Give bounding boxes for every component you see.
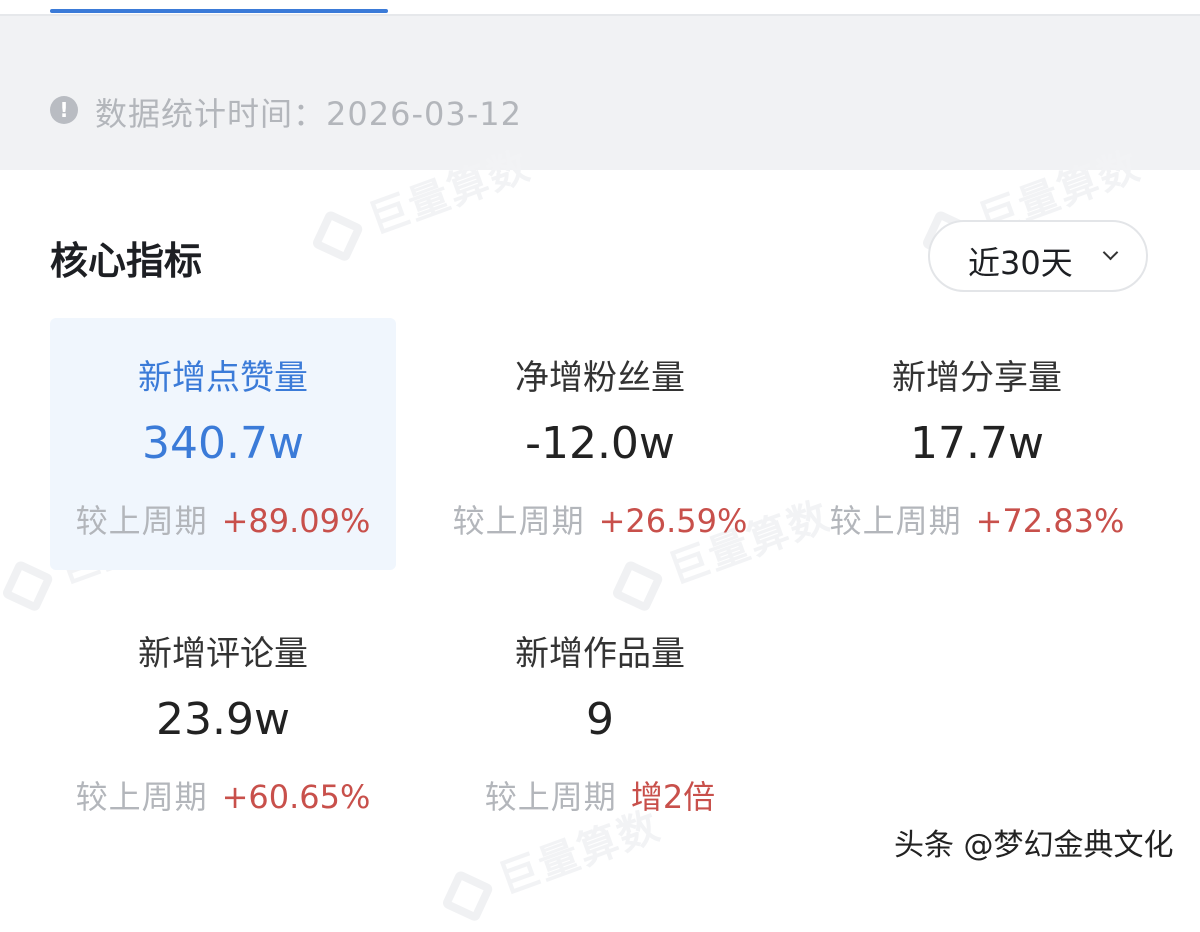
watermark-logo-icon (1, 559, 55, 613)
metric-card-comments[interactable]: 新增评论量 23.9w 较上周期 +60.65% (50, 594, 396, 846)
compare-change: +60.65% (221, 778, 371, 816)
date-range-select[interactable]: 近30天 (928, 220, 1148, 292)
watermark-logo-icon (441, 869, 495, 923)
compare-change: +26.59% (598, 502, 748, 540)
metric-card-likes[interactable]: 新增点赞量 340.7w 较上周期 +89.09% (50, 318, 396, 570)
metric-compare: 较上周期 增2倍 (427, 772, 773, 818)
metric-card-shares[interactable]: 新增分享量 17.7w 较上周期 +72.83% (804, 318, 1150, 570)
compare-label: 较上周期 (829, 502, 962, 540)
info-icon: ! (50, 96, 78, 124)
metric-label: 新增点赞量 (138, 358, 308, 398)
metric-label: 净增粉丝量 (515, 358, 685, 398)
watermark-logo-icon (311, 209, 365, 263)
metric-compare: 较上周期 +26.59% (427, 496, 773, 542)
metric-value: 9 (586, 694, 614, 745)
metric-value: 17.7w (910, 418, 1044, 469)
compare-label: 较上周期 (75, 778, 208, 816)
stats-time-notice: ! 数据统计时间：2026-03-12 (0, 16, 1200, 170)
source-credit: 头条 @梦幻金典文化 (894, 828, 1174, 863)
compare-label: 较上周期 (75, 502, 208, 540)
active-tab-indicator (50, 9, 388, 13)
metric-label: 新增分享量 (892, 358, 1062, 398)
metric-card-followers[interactable]: 净增粉丝量 -12.0w 较上周期 +26.59% (427, 318, 773, 570)
metric-compare: 较上周期 +72.83% (804, 496, 1150, 542)
compare-change: +89.09% (221, 502, 371, 540)
metric-card-works[interactable]: 新增作品量 9 较上周期 增2倍 (427, 594, 773, 846)
stats-time-text: 数据统计时间：2026-03-12 (95, 95, 522, 133)
chevron-down-icon (1102, 244, 1119, 261)
metric-value: 23.9w (156, 694, 290, 745)
compare-change: +72.83% (975, 502, 1125, 540)
section-title: 核心指标 (50, 239, 203, 283)
date-range-label: 近30天 (968, 244, 1073, 282)
compare-label: 较上周期 (452, 502, 585, 540)
metric-compare: 较上周期 +60.65% (50, 772, 396, 818)
compare-change: 增2倍 (630, 778, 716, 816)
metric-compare: 较上周期 +89.09% (50, 496, 396, 542)
metric-label: 新增评论量 (138, 634, 308, 674)
metric-value: 340.7w (142, 418, 304, 469)
metric-value: -12.0w (525, 418, 675, 469)
metric-label: 新增作品量 (515, 634, 685, 674)
top-tab-bar (0, 0, 1200, 16)
compare-label: 较上周期 (484, 778, 617, 816)
